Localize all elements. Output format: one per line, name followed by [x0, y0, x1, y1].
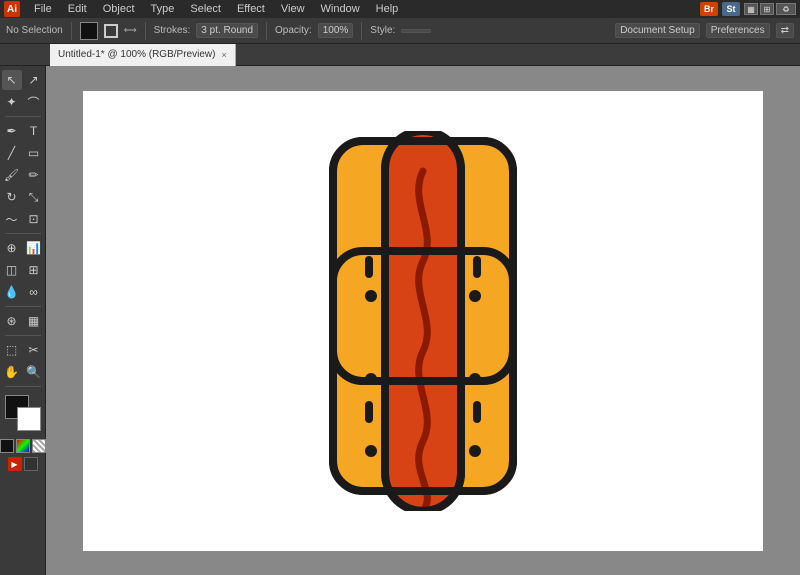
magic-wand-tool[interactable]: ✦: [2, 92, 22, 112]
gradient-fill-button[interactable]: [16, 439, 30, 453]
stroke-swatch[interactable]: [104, 24, 118, 38]
menu-view[interactable]: View: [279, 3, 307, 15]
rotate-tool[interactable]: ↻: [2, 187, 22, 207]
free-transform-tool[interactable]: ⊡: [24, 209, 44, 229]
menu-type[interactable]: Type: [149, 3, 177, 15]
menu-file[interactable]: File: [32, 3, 54, 15]
style-label: Style:: [370, 25, 395, 36]
opacity-value[interactable]: 100%: [318, 23, 354, 38]
stock-icon[interactable]: St: [722, 2, 740, 16]
layout-icon[interactable]: ▦: [744, 3, 758, 15]
artboard-tool[interactable]: ⬚: [2, 340, 22, 360]
main-layout: ↖ ↗ ✦ ⌒ ✒ T ╱ ▭ 🖌 ✏ ↻ ⤡ 〜 ⊡ ⊕: [0, 66, 800, 575]
mesh-tool[interactable]: ⊞: [24, 260, 44, 280]
document-setup-button[interactable]: Document Setup: [615, 23, 700, 38]
style-dropdown[interactable]: [401, 29, 431, 33]
menubar: Ai File Edit Object Type Select Effect V…: [0, 0, 800, 18]
document-tab[interactable]: Untitled-1* @ 100% (RGB/Preview) ×: [50, 44, 236, 66]
graph-tool[interactable]: 📊: [24, 238, 44, 258]
menu-help[interactable]: Help: [374, 3, 401, 15]
left-toolbar: ↖ ↗ ✦ ⌒ ✒ T ╱ ▭ 🖌 ✏ ↻ ⤡ 〜 ⊡ ⊕: [0, 66, 46, 575]
preferences-button[interactable]: Preferences: [706, 23, 770, 38]
menu-edit[interactable]: Edit: [66, 3, 89, 15]
separator-3: [266, 22, 267, 40]
separator-4: [361, 22, 362, 40]
type-tool[interactable]: T: [24, 121, 44, 141]
tool-separator-3: [5, 306, 41, 307]
line-tool-row: ╱ ▭: [2, 143, 44, 163]
canvas: [83, 91, 763, 551]
hotdog-illustration: [313, 131, 533, 511]
separator-2: [145, 22, 146, 40]
magic-wand-row: ✦ ⌒: [2, 92, 44, 112]
icon-set3[interactable]: ♻: [776, 3, 796, 15]
warp-tool[interactable]: 〜: [2, 209, 22, 229]
lasso-tool[interactable]: ⌒: [24, 92, 44, 112]
rotate-row: ↻ ⤡: [2, 187, 44, 207]
fill-swatch[interactable]: [80, 22, 98, 40]
selection-status: No Selection: [6, 25, 63, 36]
gradient-tool[interactable]: ◫: [2, 260, 22, 280]
warp-row: 〜 ⊡: [2, 209, 44, 229]
options-toolbar: No Selection ⟷ Strokes: 3 pt. Round Opac…: [0, 18, 800, 44]
tool-separator-4: [5, 335, 41, 336]
scale-tool[interactable]: ⤡: [24, 187, 44, 207]
direct-selection-tool[interactable]: ↗: [24, 70, 44, 90]
menu-window[interactable]: Window: [319, 3, 362, 15]
stroke-icon: ⟷: [124, 25, 137, 36]
zoom-tool[interactable]: 🔍: [24, 362, 44, 382]
eyedropper-row: 💧 ∞: [2, 282, 44, 302]
background-color[interactable]: [17, 407, 41, 431]
tool-separator-1: [5, 116, 41, 117]
workspace-icons: ▦ ⊞ ♻: [744, 3, 796, 15]
tool-separator-2: [5, 233, 41, 234]
bridge-icon[interactable]: Br: [700, 2, 718, 16]
color-mode-row: [0, 439, 46, 453]
tab-title: Untitled-1* @ 100% (RGB/Preview): [58, 49, 215, 60]
menu-select[interactable]: Select: [188, 3, 223, 15]
opacity-label: Opacity:: [275, 25, 312, 36]
eyedropper-tool[interactable]: 💧: [2, 282, 22, 302]
symbol-row: ⊛ ▦: [2, 311, 44, 331]
change-mode-button[interactable]: ▶: [8, 457, 22, 471]
layout-icon2[interactable]: ⊞: [760, 3, 774, 15]
selection-tool-row: ↖ ↗: [2, 70, 44, 90]
hand-zoom-row: ✋ 🔍: [2, 362, 44, 382]
color-selector: [5, 395, 41, 431]
stroke-dropdown[interactable]: 3 pt. Round: [196, 23, 258, 38]
shape-builder-tool[interactable]: ⊕: [2, 238, 22, 258]
symbol-sprayer-tool[interactable]: ⊛: [2, 311, 22, 331]
hand-tool[interactable]: ✋: [2, 362, 22, 382]
screen-mode-row: ▶: [8, 457, 38, 471]
screen-mode-button[interactable]: [24, 457, 38, 471]
tool-separator-5: [5, 386, 41, 387]
paintbrush-tool[interactable]: 🖌: [2, 165, 22, 185]
canvas-area[interactable]: [46, 66, 800, 575]
paint-row: 🖌 ✏: [2, 165, 44, 185]
slice-tool[interactable]: ✂: [24, 340, 44, 360]
artboard-row: ⬚ ✂: [2, 340, 44, 360]
pencil-tool[interactable]: ✏: [24, 165, 44, 185]
separator-1: [71, 22, 72, 40]
gradient-row: ◫ ⊞: [2, 260, 44, 280]
rect-tool[interactable]: ▭: [24, 143, 44, 163]
tab-close-button[interactable]: ×: [221, 50, 226, 60]
none-fill-button[interactable]: [32, 439, 46, 453]
column-graph-tool[interactable]: ▦: [24, 311, 44, 331]
line-tool[interactable]: ╱: [2, 143, 22, 163]
selection-tool[interactable]: ↖: [2, 70, 22, 90]
app-logo: Ai: [4, 1, 20, 17]
menu-object[interactable]: Object: [101, 3, 137, 15]
arrange-icon[interactable]: ⇄: [776, 23, 794, 38]
pen-tool[interactable]: ✒: [2, 121, 22, 141]
fill-mode-button[interactable]: [0, 439, 14, 453]
menu-effect[interactable]: Effect: [235, 3, 267, 15]
pen-tool-row: ✒ T: [2, 121, 44, 141]
shape-builder-row: ⊕ 📊: [2, 238, 44, 258]
stroke-label: Strokes:: [154, 25, 191, 36]
tab-bar: Untitled-1* @ 100% (RGB/Preview) ×: [0, 44, 800, 66]
blend-tool[interactable]: ∞: [24, 282, 44, 302]
